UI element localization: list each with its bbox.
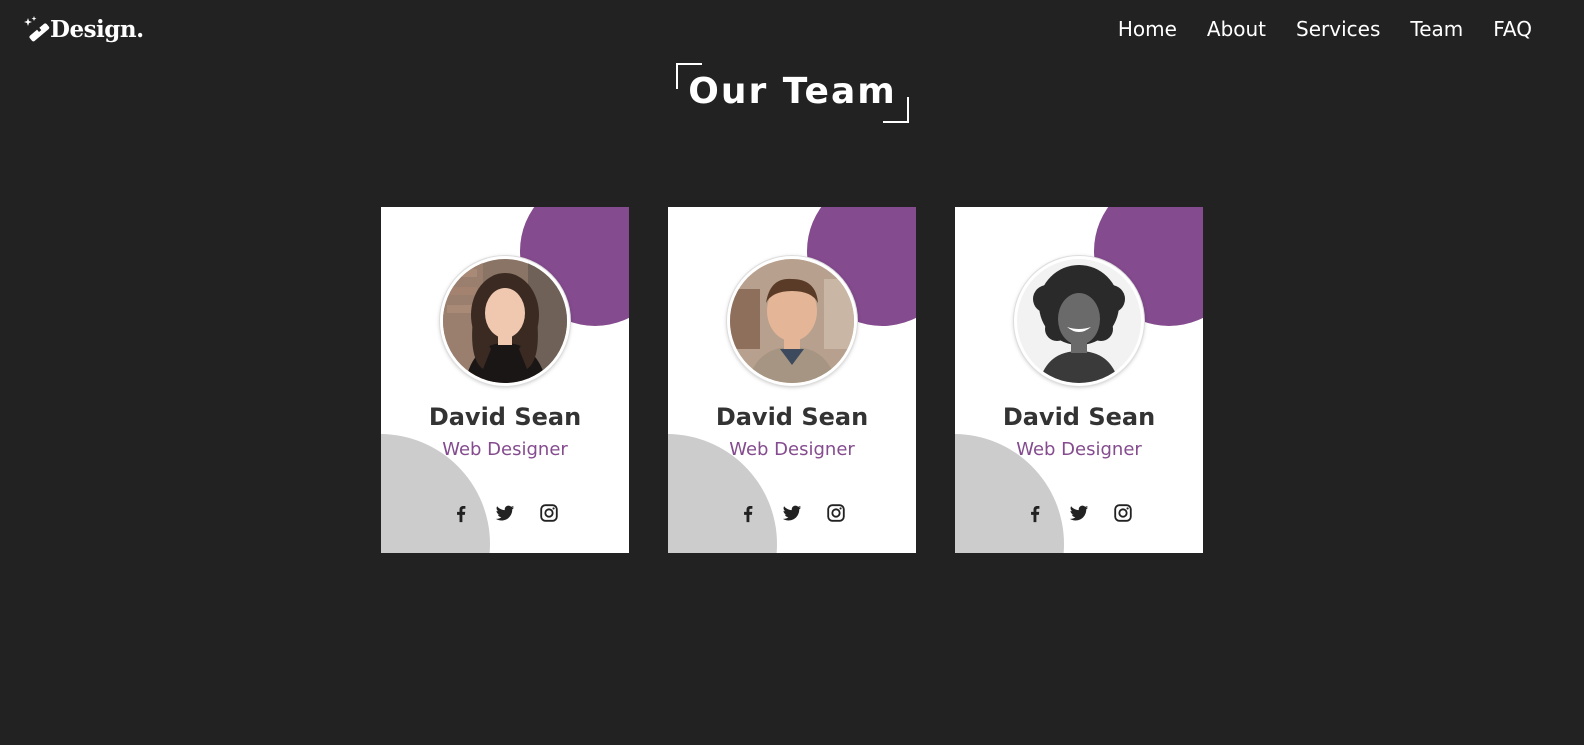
twitter-icon[interactable] — [493, 501, 517, 525]
member-role: Web Designer — [729, 439, 855, 460]
social-links — [668, 501, 916, 525]
nav-about[interactable]: About — [1207, 14, 1266, 44]
instagram-icon[interactable] — [824, 501, 848, 525]
avatar — [727, 256, 857, 386]
avatar — [1014, 256, 1144, 386]
woman-curly-hair-bw-photo — [1017, 259, 1141, 383]
facebook-icon[interactable] — [449, 501, 473, 525]
man-short-hair-photo — [730, 259, 854, 383]
bracket-bottom-right — [883, 97, 909, 123]
member-name: David Sean — [1002, 403, 1156, 431]
instagram-icon[interactable] — [537, 501, 561, 525]
social-links — [381, 501, 629, 525]
navbar: Design. Home About Services Team FAQ — [0, 0, 1584, 58]
nav-faq[interactable]: FAQ — [1493, 14, 1532, 44]
member-name: David Sean — [715, 403, 869, 431]
main-nav: Home About Services Team FAQ — [1088, 14, 1532, 44]
brand-logo[interactable]: Design. — [24, 14, 144, 44]
twitter-icon[interactable] — [780, 501, 804, 525]
team-card: David Sean Web Designer — [955, 207, 1203, 553]
magic-wand-icon — [24, 16, 50, 42]
facebook-icon[interactable] — [736, 501, 760, 525]
instagram-icon[interactable] — [1111, 501, 1135, 525]
nav-team[interactable]: Team — [1410, 14, 1463, 44]
member-role: Web Designer — [1016, 439, 1142, 460]
nav-services[interactable]: Services — [1296, 14, 1380, 44]
team-card: David Sean Web Designer — [668, 207, 916, 553]
avatar — [440, 256, 570, 386]
nav-home[interactable]: Home — [1118, 14, 1177, 44]
team-card: David Sean Web Designer — [381, 207, 629, 553]
facebook-icon[interactable] — [1023, 501, 1047, 525]
woman-brown-hair-photo — [443, 259, 567, 383]
member-name: David Sean — [428, 403, 582, 431]
brand-name: Design. — [50, 15, 144, 43]
member-role: Web Designer — [442, 439, 568, 460]
twitter-icon[interactable] — [1067, 501, 1091, 525]
section-heading: Our Team — [676, 63, 909, 123]
page-title: Our Team — [688, 71, 897, 112]
social-links — [955, 501, 1203, 525]
